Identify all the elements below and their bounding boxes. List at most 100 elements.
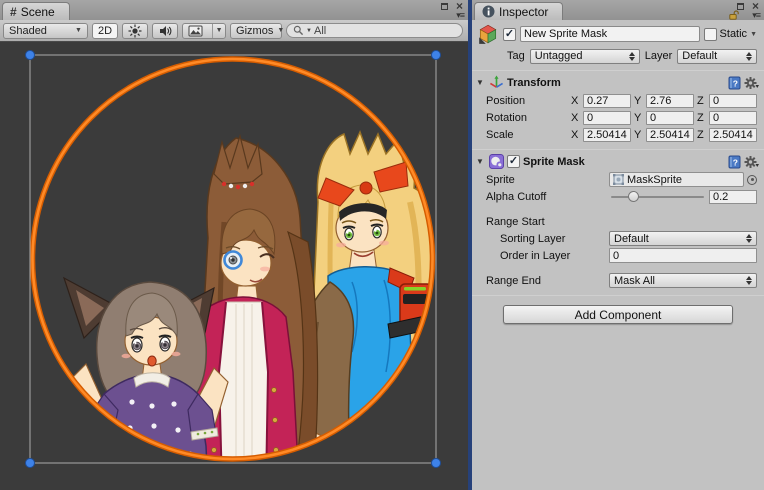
order-in-layer-row: Order in Layer 0 [472,247,764,264]
effects-dropdown-arrow[interactable]: ▼ [212,24,225,38]
slider-thumb[interactable] [628,191,639,202]
gear-icon[interactable] [744,155,759,169]
axis-x-label: X [571,112,580,124]
help-icon[interactable]: ? [728,155,741,169]
static-dropdown-arrow-icon[interactable]: ▼ [750,31,757,38]
scale-x-field[interactable]: 2.50414 [583,128,631,142]
selection-handle-bottom-left[interactable] [26,459,35,468]
range-end-value: Mask All [614,275,743,287]
image-icon [183,24,208,38]
sun-icon [128,24,142,38]
2d-toggle-button[interactable]: 2D [92,23,118,39]
tab-scene-label: Scene [21,5,55,19]
lock-icon[interactable] [729,10,739,23]
audio-toggle-button[interactable] [152,23,178,39]
static-label: Static [720,28,748,40]
svg-text:?: ? [733,78,738,88]
sorting-layer-value: Default [614,233,743,245]
scene-search-field[interactable]: ▼ [286,23,463,38]
popup-arrows-icon [746,276,752,285]
help-icon[interactable]: ? [728,76,741,90]
gameobject-name-input[interactable] [520,26,700,42]
scene-viewport[interactable] [0,42,468,490]
transform-title: Transform [507,77,725,89]
panel-menu-icon[interactable]: ▾≡ [752,10,760,21]
sprite-object-field[interactable]: MaskSprite [609,172,744,187]
scene-toolbar: Shaded ▼ 2D [0,20,468,42]
add-component-button[interactable]: Add Component [503,305,733,324]
selection-handle-top-left[interactable] [26,51,35,60]
draw-mode-dropdown[interactable]: Shaded ▼ [3,23,88,39]
popup-arrows-icon [746,234,752,243]
sorting-layer-label: Sorting Layer [486,233,606,245]
scale-label: Scale [486,129,568,141]
rotation-row: Rotation X 0 Y 0 Z 0 [472,109,764,126]
scale-z-field[interactable]: 2.50414 [709,128,757,142]
scene-search-input[interactable] [314,25,456,37]
static-checkbox[interactable] [704,28,717,41]
gizmos-dropdown[interactable]: Gizmos ▼ [230,23,282,39]
position-label: Position [486,95,568,107]
effects-toggle-button[interactable]: ▼ [182,23,226,39]
selection-handle-bottom-right[interactable] [432,459,441,468]
draw-mode-label: Shaded [9,25,71,37]
gameobject-cube-icon[interactable] [477,23,499,45]
layer-dropdown[interactable]: Default [677,49,757,64]
chevron-down-icon: ▼ [277,27,284,34]
axis-z-label: Z [697,95,706,107]
chevron-down-icon: ▼ [75,27,82,34]
position-row: Position X 0.27 Y 2.76 Z 0 [472,92,764,109]
alpha-cutoff-label: Alpha Cutoff [486,191,606,203]
alpha-cutoff-slider[interactable] [609,190,706,204]
tag-dropdown[interactable]: Untagged [530,49,640,64]
tab-inspector-label: Inspector [499,5,548,19]
rotation-x-field[interactable]: 0 [583,111,631,125]
tab-inspector[interactable]: Inspector [474,2,563,20]
rotation-z-field[interactable]: 0 [709,111,757,125]
foldout-icon[interactable]: ▼ [476,157,486,166]
lighting-toggle-button[interactable] [122,23,148,39]
inspector-tabstrip: Inspector × ▾≡ [472,0,764,20]
foldout-icon[interactable]: ▼ [476,78,486,87]
range-start-label: Range Start [486,216,606,228]
position-y-field[interactable]: 2.76 [646,94,694,108]
alpha-cutoff-value-field[interactable]: 0.2 [709,190,757,204]
order-in-layer-label: Order in Layer [486,250,606,262]
position-x-field[interactable]: 0.27 [583,94,631,108]
position-z-field[interactable]: 0 [709,94,757,108]
sorting-layer-dropdown[interactable]: Default [609,231,757,246]
component-enabled-checkbox[interactable]: ✓ [507,155,520,168]
axis-z-label: Z [697,112,706,124]
range-end-row: Range End Mask All [472,272,764,289]
popup-arrows-icon [629,52,635,61]
selection-handle-top-right[interactable] [432,51,441,60]
gear-icon[interactable] [744,76,759,90]
range-start-row: Range Start [472,213,764,230]
axis-y-label: Y [634,95,643,107]
order-in-layer-field[interactable]: 0 [609,248,757,263]
masked-sprite-illustration [64,132,440,490]
speaker-icon [158,24,172,38]
sprite-mask-icon [489,154,504,169]
scene-window-controls: × ▾≡ [431,0,465,20]
object-picker-icon[interactable] [747,175,757,185]
info-icon [482,5,495,18]
active-checkbox[interactable]: ✓ [503,28,516,41]
popup-arrows-icon [746,52,752,61]
range-end-dropdown[interactable]: Mask All [609,273,757,288]
rotation-y-field[interactable]: 0 [646,111,694,125]
axis-x-label: X [571,129,580,141]
maximize-icon[interactable] [441,3,448,10]
tab-scene[interactable]: # Scene [2,2,70,20]
sprite-thumb-icon [613,174,624,185]
search-filter-arrow-icon[interactable]: ▼ [306,28,312,34]
transform-component: ▼ Transform ? [472,71,764,149]
axis-y-label: Y [634,112,643,124]
transform-icon [489,75,504,90]
sprite-row: Sprite MaskSprite [472,171,764,188]
scale-y-field[interactable]: 2.50414 [646,128,694,142]
maximize-icon[interactable] [737,3,744,10]
axis-z-label: Z [697,129,706,141]
scale-row: Scale X 2.50414 Y 2.50414 Z 2.50414 [472,126,764,143]
panel-menu-icon[interactable]: ▾≡ [456,10,464,21]
